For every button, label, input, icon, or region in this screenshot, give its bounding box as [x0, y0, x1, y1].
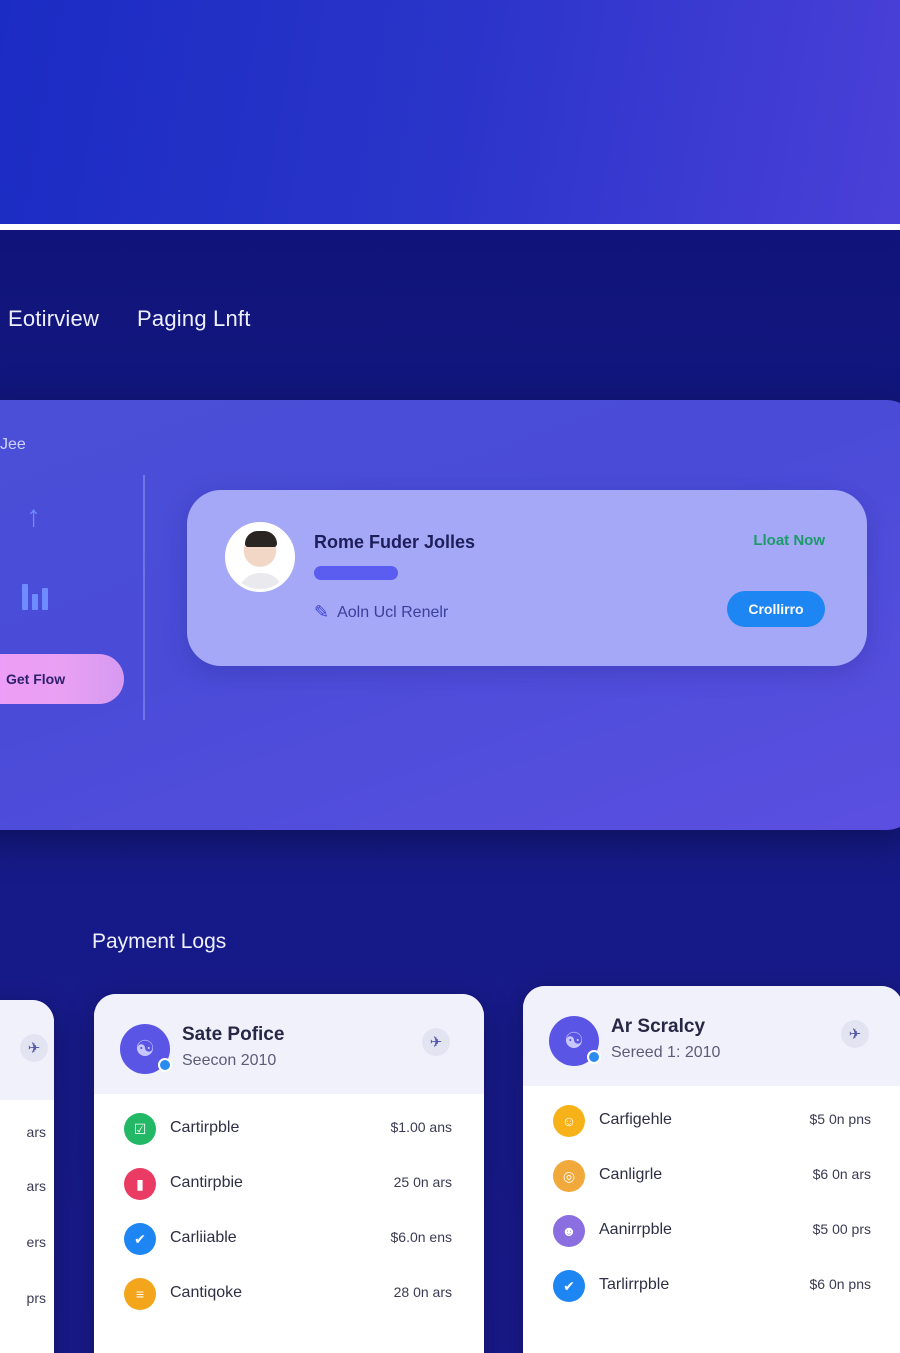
payment-card: ☯ Ar Scralcy Sereed 1: 2010 ✈ ☺ Carfigehl…	[523, 986, 900, 1353]
card-title: Sate Pofice	[182, 1024, 285, 1045]
row-label: Cantirpbie	[170, 1174, 243, 1191]
panel-label: Jee	[0, 436, 26, 453]
row-amount-stub: ars	[26, 1124, 46, 1140]
tab-overview[interactable]: Eotirview	[8, 306, 99, 332]
profile-name: Rome Fuder Jolles	[314, 532, 476, 552]
arrow-up-icon[interactable]: ↑	[26, 500, 41, 534]
avatar-hair	[245, 531, 277, 547]
row-amount-stub: ars	[26, 1178, 46, 1194]
avatar-shirt	[238, 573, 284, 589]
verified-dot	[587, 1050, 601, 1064]
hero-banner	[0, 0, 900, 224]
table-row[interactable]: ◎ Canligrle $6 0n ars	[523, 1147, 900, 1203]
profile-progress-bar	[314, 566, 398, 580]
row-amount: $5 0n pns	[809, 1111, 872, 1127]
check-icon: ✔	[124, 1223, 156, 1255]
row-label: Carliiable	[170, 1229, 237, 1246]
avatar[interactable]	[225, 522, 295, 592]
payment-logs-title: Payment Logs	[92, 930, 227, 953]
row-label: Carfigehle	[599, 1111, 672, 1128]
emoji-icon: ☺	[553, 1105, 585, 1137]
row-label: Cantiqoke	[170, 1284, 243, 1301]
ticket-icon: ☑	[124, 1113, 156, 1145]
row-amount: 25 0n ars	[393, 1174, 452, 1190]
tab-paging-list[interactable]: Paging Lnft	[137, 306, 251, 332]
bar-chart-icon-graphic	[22, 584, 48, 610]
row-amount-stub: prs	[26, 1290, 46, 1306]
card-title: Ar Scralcy	[611, 1016, 706, 1037]
plane-icon[interactable]: ✈	[422, 1028, 450, 1056]
row-amount: 28 0n ars	[393, 1284, 452, 1300]
panel-divider	[143, 475, 145, 720]
top-nav: Eotirview Paging Lnft	[0, 306, 251, 332]
table-row[interactable]: ✔ Tarlirrpble $6 0n pns	[523, 1257, 900, 1313]
row-amount: $5 00 prs	[812, 1221, 871, 1237]
row-label: Cartirpble	[170, 1119, 240, 1136]
get-flow-button[interactable]: Get Flow	[0, 654, 124, 704]
card-subtitle: Seecon 2010	[182, 1052, 277, 1069]
row-amount: $6 0n pns	[809, 1276, 872, 1292]
bar-chart-icon[interactable]	[20, 578, 56, 619]
table-row[interactable]: ≡ Cantiqoke 28 0n ars	[94, 1265, 484, 1321]
table-row[interactable]: ☑ Cartirpble $1.00 ans	[94, 1100, 484, 1156]
table-row[interactable]: ☻ Aanirrpble $5 00 prs	[523, 1202, 900, 1258]
row-label: Aanirrpble	[599, 1221, 672, 1238]
plane-icon[interactable]: ✈	[20, 1034, 48, 1062]
table-row[interactable]: ☺ Carfigehle $5 0n pns	[523, 1092, 900, 1148]
card-avatar[interactable]: ☯	[549, 1016, 601, 1066]
person-icon: ☻	[553, 1215, 585, 1247]
check-icon: ✔	[553, 1270, 585, 1302]
phone-icon: ▮	[124, 1168, 156, 1200]
verified-dot	[158, 1058, 172, 1072]
row-amount: $1.00 ans	[390, 1119, 453, 1135]
profile-subtitle-text: Aoln Ucl Renelr	[337, 603, 449, 621]
payment-card: ☯ Sate Pofice Seecon 2010 ✈ ☑ Cartirpble $…	[94, 994, 484, 1353]
payment-card-partial: ✈ ars ars ers prs	[0, 1000, 54, 1353]
profile-action-button[interactable]: Crollirro	[727, 591, 825, 627]
row-label: Tarlirrpble	[599, 1276, 670, 1293]
card-subtitle: Sereed 1: 2010	[611, 1044, 721, 1061]
profile-card: Rome Fuder Jolles ✎ Aoln Ucl Renelr Lloa…	[187, 490, 867, 666]
row-amount: $6.0n ens	[390, 1229, 453, 1245]
ring-icon: ◎	[553, 1160, 585, 1192]
row-label: Canligrle	[599, 1166, 663, 1183]
card-avatar[interactable]: ☯	[120, 1024, 172, 1074]
row-amount-stub: ers	[26, 1234, 46, 1250]
bell-icon: ≡	[124, 1278, 156, 1310]
table-row[interactable]: ✔ Carliiable $6.0n ens	[94, 1210, 484, 1266]
profile-subtitle: ✎ Aoln Ucl Renelr	[314, 602, 448, 623]
row-amount: $6 0n ars	[812, 1166, 871, 1182]
plane-icon[interactable]: ✈	[841, 1020, 869, 1048]
table-row[interactable]: ▮ Cantirpbie 25 0n ars	[94, 1155, 484, 1211]
pencil-icon[interactable]: ✎	[314, 602, 329, 623]
profile-link[interactable]: Lloat Now	[753, 532, 825, 549]
